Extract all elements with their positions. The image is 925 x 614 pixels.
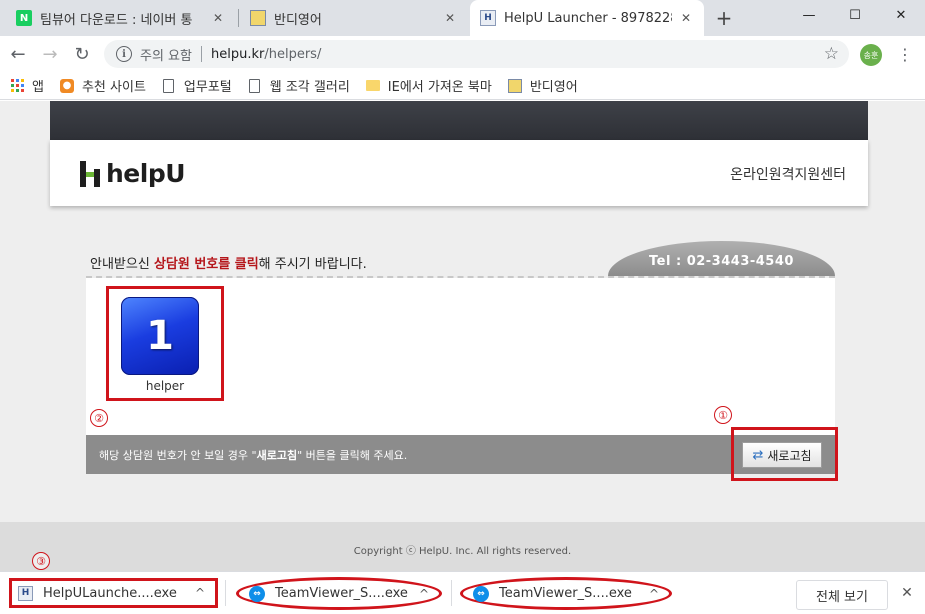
bookmark-label: 웹 조각 갤러리 [269,80,350,95]
tel-tab: Tel : 02-3443-4540 [608,241,835,276]
download-filename: TeamViewer_S....exe [499,586,632,601]
url-path: /helpers/ [264,46,322,62]
bookmark-apps[interactable]: 앱 [10,76,44,95]
bookmarks-bar: 앱 ● 추천 사이트 업무포털 웹 조각 갤러리 IE에서 가져온 북마 반디영… [0,72,925,100]
download-divider [451,580,452,606]
helpu-icon: H [480,10,496,26]
helper-number: 1 [146,313,174,359]
address-bar[interactable]: i 주의 요함 helpu.kr/helpers/ ☆ [104,40,849,68]
close-icon[interactable]: ✕ [678,10,694,26]
download-divider [225,580,226,606]
helper-1-button[interactable]: 1 [121,297,199,375]
bookmark-label: 업무포털 [183,80,232,95]
bookmark-star-icon[interactable]: ☆ [824,44,839,64]
bookmark-ie-imported[interactable]: IE에서 가져온 북마 [365,76,492,95]
teamviewer-icon: ⇔ [249,585,265,602]
page-top-bar [50,101,868,140]
tab-divider [238,9,239,27]
browser-menu-button[interactable]: ⋮ [893,42,917,66]
bookmark-label: 추천 사이트 [81,80,146,95]
close-icon[interactable]: ✕ [898,584,916,602]
refresh-notice-bar: 해당 상담원 번호가 안 보일 경우 "새로고침" 버튼을 클릭해 주세요. ⇄… [86,427,838,481]
close-icon[interactable]: ✕ [210,10,226,26]
tab-helpu-launcher[interactable]: H HelpU Launcher - 8978228 ✕ [470,0,704,36]
helper-panel: 안내받으신 상담원 번호를 클릭해 주시기 바랍니다. Tel : 02-344… [86,241,838,481]
close-icon[interactable]: ✕ [442,10,458,26]
browser-toolbar: ← → ↻ i 주의 요함 helpu.kr/helpers/ ☆ 송훈 ⋮ [0,36,925,72]
bookmark-recommended[interactable]: ● 추천 사이트 [59,76,146,95]
chevron-up-icon[interactable]: ^ [419,587,429,601]
reload-button[interactable]: ↻ [70,42,94,66]
naver-icon: N [16,10,32,26]
window-close-button[interactable]: ✕ [878,0,924,30]
refresh-icon: ⇄ [752,447,764,463]
bulb-icon: ● [59,78,74,93]
back-button[interactable]: ← [6,42,30,66]
omnibox-divider [200,46,202,62]
annotation-two: ② [90,409,108,427]
bookmark-work-portal[interactable]: 업무포털 [162,76,232,95]
refresh-notice-text: 해당 상담원 번호가 안 보일 경우 "새로고침" 버튼을 클릭해 주세요. [99,449,408,462]
tab-title: 반디영어 [274,12,322,28]
page-icon [162,78,176,93]
tab-naver-teamviewer[interactable]: N 팀뷰어 다운로드 : 네이버 통 ✕ [6,0,236,36]
helper-name[interactable]: helper [109,379,221,393]
tab-bandi[interactable]: 반디영어 ✕ [240,0,468,36]
copyright-text: Copyright ⓒ HelpU. Inc. All rights reser… [353,546,572,557]
bandi-icon [507,78,522,93]
new-tab-button[interactable]: + [712,6,736,30]
annotation-one: ① [714,406,732,424]
header-service-name: 온라인원격지원센터 [730,167,846,183]
show-all-downloads-button[interactable]: 전체 보기 [796,580,888,610]
instruction-highlight: 상담원 번호를 클릭 [153,257,259,272]
download-shelf: H HelpULaunche....exe ^ ⇔ TeamViewer_S..… [0,571,925,614]
apps-icon [10,79,24,93]
logo-text: helpU [106,159,186,188]
helpu-logo-icon [80,160,102,187]
bookmark-web-slice-gallery[interactable]: 웹 조각 갤러리 [248,76,350,95]
folder-icon [365,79,380,93]
bandi-icon [250,10,266,26]
maximize-button[interactable]: ☐ [832,0,878,30]
refresh-button[interactable]: ⇄ 새로고침 [742,442,822,468]
download-filename: TeamViewer_S....exe [275,586,408,601]
profile-avatar[interactable]: 송훈 [860,44,882,66]
helper-list: 1 helper ② ① [86,278,835,435]
page-footer: Copyright ⓒ HelpU. Inc. All rights reser… [0,522,925,571]
tab-strip: N 팀뷰어 다운로드 : 네이버 통 ✕ 반디영어 ✕ H HelpU Laun… [0,0,925,36]
forward-button[interactable]: → [38,42,62,66]
bookmark-label: 앱 [32,80,44,95]
bookmark-bandi[interactable]: 반디영어 [507,76,578,95]
minimize-button[interactable]: — [786,0,832,30]
helpu-logo[interactable]: helpU [80,159,186,188]
download-item-helpu[interactable]: H HelpULaunche....exe ^ [9,578,218,608]
security-warning[interactable]: 주의 요함 [140,45,192,64]
helpu-file-icon: H [18,585,33,601]
download-item-teamviewer-1[interactable]: ⇔ TeamViewer_S....exe ^ [236,577,442,610]
page-content: helpU 온라인원격지원센터 안내받으신 상담원 번호를 클릭해 주시기 바랍… [0,101,925,571]
page-icon [248,78,262,93]
teamviewer-icon: ⇔ [473,585,489,602]
bookmark-label: IE에서 가져온 북마 [387,80,492,95]
tab-title: 팀뷰어 다운로드 : 네이버 통 [40,12,193,28]
chevron-up-icon[interactable]: ^ [649,587,659,601]
annotation-three: ③ [32,552,50,570]
info-icon[interactable]: i [116,46,132,62]
tab-title: HelpU Launcher - 8978228 [504,10,672,26]
instruction-text: 안내받으신 상담원 번호를 클릭해 주시기 바랍니다. [90,257,367,272]
download-filename: HelpULaunche....exe [43,585,177,601]
site-header: helpU 온라인원격지원센터 [50,140,868,206]
bookmark-label: 반디영어 [529,80,578,95]
url-host: helpu.kr [210,46,265,62]
download-item-teamviewer-2[interactable]: ⇔ TeamViewer_S....exe ^ [460,577,672,610]
helper-card-annotation: 1 helper [106,286,224,401]
refresh-annotation: ⇄ 새로고침 [731,427,838,481]
refresh-label: 새로고침 [767,448,812,463]
chevron-up-icon[interactable]: ^ [195,586,205,600]
